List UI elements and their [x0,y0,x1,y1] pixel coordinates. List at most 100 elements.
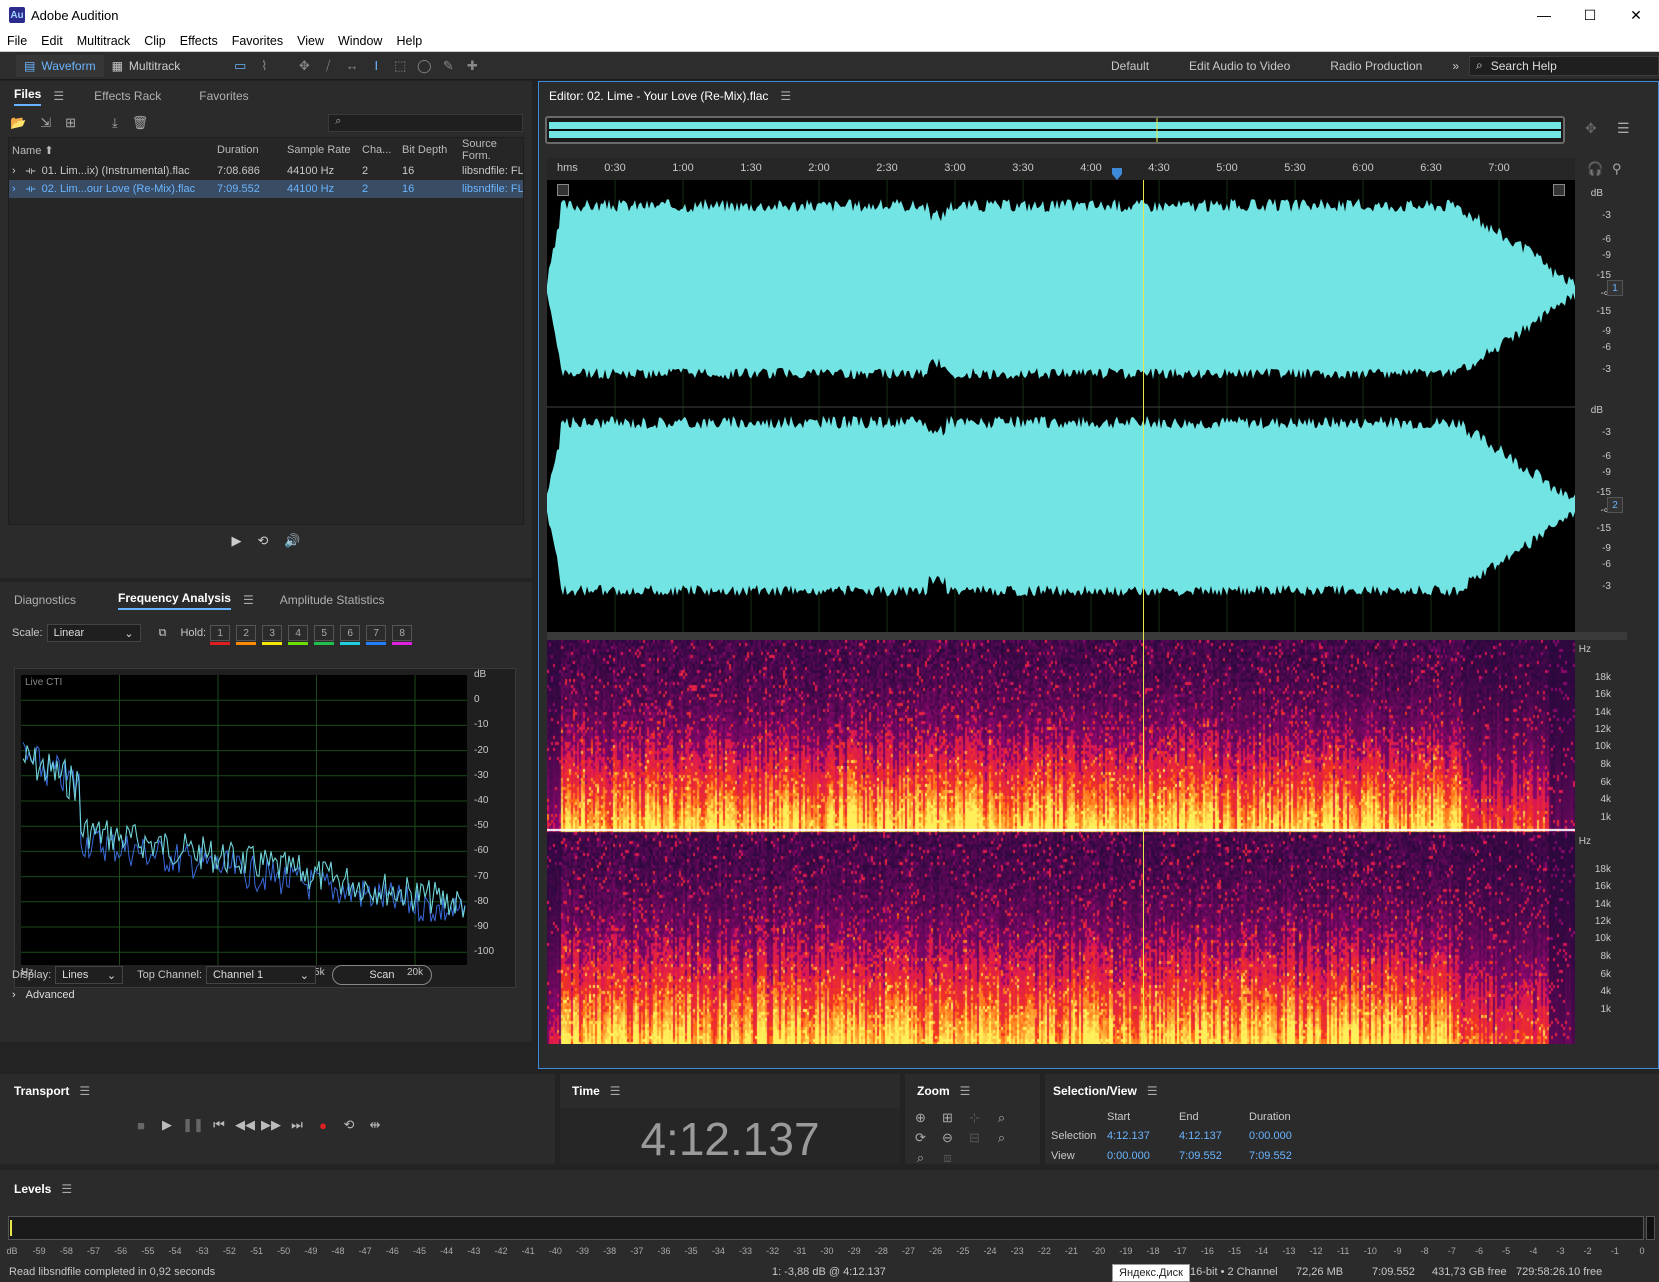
multitrack-view-button[interactable]: ▦ Multitrack [104,55,189,77]
time-selection-tool-icon[interactable]: I [364,55,388,77]
col-source-format[interactable]: Source Form. [459,138,523,162]
panel-menu-icon[interactable]: ☰ [1147,1084,1158,1098]
tab-amplitude-statistics[interactable]: Amplitude Statistics [272,593,393,607]
new-file-icon[interactable]: ⊞ [65,115,76,131]
delete-icon[interactable]: 🗑 [132,115,149,131]
panel-menu-icon[interactable]: ☰ [780,89,791,103]
expand-icon[interactable]: › [12,183,16,195]
file-row[interactable]: › ⟛ 01. Lim...ix) (Instrumental).flac 7:08… [9,162,523,180]
rewind-button[interactable]: ◀◀ [232,1112,258,1138]
razor-tool-icon[interactable]: ⧸ [316,55,340,77]
zoom-in-time-icon[interactable]: ⊞ [934,1108,961,1128]
skip-selection-button[interactable]: ⇹ [362,1112,388,1138]
panel-menu-icon[interactable]: ☰ [243,593,254,607]
marquee-tool-icon[interactable]: ⬚ [388,55,412,77]
menu-edit[interactable]: Edit [34,34,70,48]
menu-multitrack[interactable]: Multitrack [70,34,137,48]
col-bit-depth[interactable]: Bit Depth [399,138,459,162]
open-file-icon[interactable]: 📂 [10,115,26,131]
overview-menu-icon[interactable]: ☰ [1617,120,1630,137]
file-row-selected[interactable]: › ⟛ 02. Lim...our Love (Re-Mix).flac 7:09.… [9,180,523,198]
snapshot-icon[interactable]: ⧉ [159,627,167,640]
auto-play-icon[interactable]: 🔊 [284,533,300,549]
brush-tool-icon[interactable]: ✎ [436,55,460,77]
zoom-in-amplitude-icon[interactable]: ⊕ [907,1108,934,1128]
loop-playback-button[interactable]: ⟲ [336,1112,362,1138]
view-duration-value[interactable]: 7:09.552 [1249,1146,1292,1166]
menu-clip[interactable]: Clip [137,34,173,48]
col-duration[interactable]: Duration [214,138,284,162]
hold-3-button[interactable]: 3 [262,625,283,645]
lasso-tool-icon[interactable]: ◯ [412,55,436,77]
zoom-out-point-icon[interactable]: ⌕ [988,1128,1015,1148]
insert-into-multitrack-icon[interactable]: ⤓ [112,115,118,131]
hold-6-button[interactable]: 6 [340,625,361,645]
loop-preview-icon[interactable]: ⟲ [257,533,268,549]
time-display[interactable]: 4:12.137 [560,1112,900,1166]
selection-duration-value[interactable]: 0:00.000 [1249,1126,1292,1146]
spectral-divider[interactable] [547,632,1627,640]
zoom-fit-icon[interactable]: ⧈ [934,1148,961,1168]
zoom-in-point-icon[interactable]: ⌕ [988,1108,1015,1128]
panel-menu-icon[interactable]: ☰ [61,1182,72,1196]
top-channel-select[interactable]: Channel 1 ⌄ [205,966,316,984]
record-button[interactable]: ● [310,1112,336,1138]
advanced-toggle[interactable]: › Advanced [12,989,75,1001]
tab-diagnostics[interactable]: Diagnostics [6,593,84,607]
hold-8-button[interactable]: 8 [392,625,413,645]
waveform-view-button[interactable]: ▤ Waveform [16,54,104,77]
clip-indicator[interactable] [1646,1216,1655,1240]
selection-start-value[interactable]: 4:12.137 [1107,1126,1179,1146]
workspace-edit-audio-to-video[interactable]: Edit Audio to Video [1169,59,1310,73]
fast-forward-button[interactable]: ▶▶ [258,1112,284,1138]
files-search-input[interactable]: ⌕ [328,114,524,132]
import-file-icon[interactable]: ⇲ [40,115,51,131]
scan-button[interactable]: Scan [331,965,432,985]
col-name[interactable]: Name ⬆ [9,138,214,162]
maximize-button[interactable]: ☐ [1567,0,1613,30]
menu-window[interactable]: Window [331,34,389,48]
move-tool-icon[interactable]: ✥ [292,55,316,77]
menu-file[interactable]: File [0,34,34,48]
menu-view[interactable]: View [290,34,331,48]
scale-select[interactable]: Linear ⌄ [46,624,141,642]
waveform-display[interactable] [547,180,1575,632]
hold-4-button[interactable]: 4 [288,625,309,645]
waveform-display-icon[interactable]: ▭ [228,55,252,77]
minimize-button[interactable]: — [1521,0,1567,30]
zoom-out-time-icon[interactable]: ⊟ [961,1128,988,1148]
spectral-display-icon[interactable]: ⌇ [252,55,276,77]
panel-menu-icon[interactable]: ☰ [53,89,64,103]
panel-menu-icon[interactable]: ☰ [610,1084,621,1098]
panel-menu-icon[interactable]: ☰ [960,1084,971,1098]
zoom-in-overview-icon[interactable]: ✥ [1585,120,1597,137]
overview-waveform[interactable] [545,116,1565,144]
hold-2-button[interactable]: 2 [236,625,257,645]
hold-5-button[interactable]: 5 [314,625,335,645]
zoom-out-full-icon[interactable]: ⌕ [907,1148,934,1168]
menu-effects[interactable]: Effects [173,34,225,48]
search-help-input[interactable]: ⌕ Search Help [1469,55,1659,76]
display-select[interactable]: Lines ⌄ [55,966,124,984]
tab-effects-rack[interactable]: Effects Rack [86,89,169,103]
tab-favorites[interactable]: Favorites [191,89,256,103]
playhead[interactable] [1143,180,1144,1044]
slip-tool-icon[interactable]: ↔ [340,55,364,77]
col-channels[interactable]: Cha... [359,138,399,162]
spot-healing-tool-icon[interactable]: ✚ [460,55,484,77]
tab-frequency-analysis[interactable]: Frequency Analysis [110,591,239,610]
tab-files[interactable]: Files [6,87,49,106]
hold-1-button[interactable]: 1 [210,625,231,645]
hold-7-button[interactable]: 7 [366,625,387,645]
play-preview-icon[interactable]: ▶ [231,533,241,549]
close-button[interactable]: ✕ [1613,0,1659,30]
go-to-start-button[interactable]: ⏮ [206,1112,232,1138]
menu-help[interactable]: Help [389,34,429,48]
stop-button[interactable]: ■ [128,1112,154,1138]
pin-icon[interactable]: ⚲ [1612,161,1622,177]
channel-badge[interactable]: 1 [1607,280,1623,296]
fade-out-handle-icon[interactable] [1553,184,1565,196]
channel-badge[interactable]: 2 [1607,497,1623,513]
zoom-to-selection-icon[interactable]: ⊹ [961,1108,988,1128]
expand-icon[interactable]: › [12,165,16,177]
